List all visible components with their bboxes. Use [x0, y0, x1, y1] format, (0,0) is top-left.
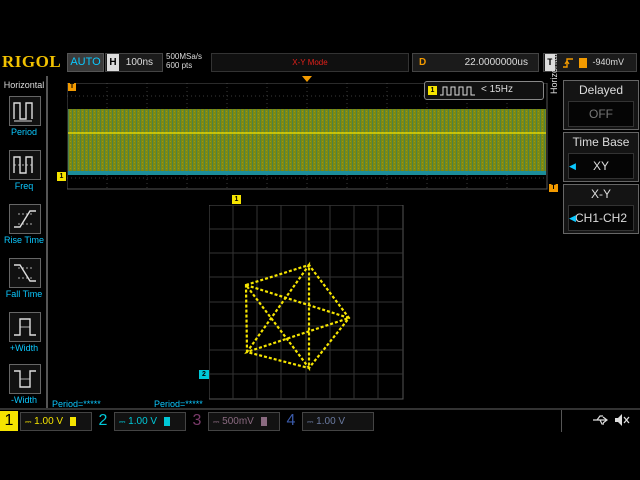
- positive-width-label: +Width: [9, 343, 39, 353]
- channel-3-scale: ⎓ 500mV: [208, 412, 280, 431]
- usb-icon: [593, 415, 608, 425]
- positive-width-icon: [14, 318, 36, 336]
- trigger-source-icon: [579, 57, 588, 68]
- time-base-softkey[interactable]: Time Base XY ◀: [563, 132, 639, 182]
- delayed-value: OFF: [568, 101, 634, 127]
- delayed-title: Delayed: [578, 83, 624, 97]
- freq-label: Freq: [14, 181, 34, 191]
- ch1-offset-marker: 1: [57, 172, 66, 181]
- speaker-muted-icon: [615, 414, 630, 426]
- horizontal-timebase-box[interactable]: H 100ns: [105, 53, 163, 72]
- negative-width-icon: [14, 370, 36, 388]
- trigger-level: -940mV: [592, 57, 625, 67]
- fall-time-label: Fall Time: [5, 289, 43, 299]
- pulse-train-icon: [440, 86, 475, 96]
- period-icon: [13, 102, 33, 122]
- bandwidth-icon: [163, 416, 170, 426]
- brand-logo: RIGOL: [2, 52, 62, 71]
- xy-ch2-marker: 2: [199, 370, 209, 379]
- channel-1-scale: ⎓ 1.00 V: [20, 412, 92, 431]
- selector-arrow-icon: ◀: [569, 161, 576, 171]
- fall-time-button[interactable]: [9, 258, 41, 288]
- time-base-value: XY: [568, 153, 634, 179]
- delay-label: D: [419, 57, 427, 68]
- fall-time-icon: [14, 264, 36, 282]
- ch2-trace: [68, 171, 546, 175]
- timebase-value: 100ns: [125, 57, 154, 68]
- ch1-source-icon: 1: [428, 86, 437, 95]
- frequency-counter: 1 < 15Hz: [424, 81, 544, 100]
- xy-value: CH1-CH2: [568, 205, 634, 231]
- xy-ch1-marker: 1: [232, 195, 241, 204]
- channel-3-indicator[interactable]: 3 ⎓ 500mV: [188, 411, 282, 431]
- dc-coupling-icon: ⎓: [25, 417, 32, 426]
- rise-time-button[interactable]: [9, 204, 41, 234]
- left-menu-title: Horizontal: [3, 80, 45, 90]
- channel-1-number: 1: [0, 411, 18, 431]
- status-area: [561, 410, 640, 432]
- time-base-title: Time Base: [572, 135, 630, 149]
- sample-info: 500MSa/s 600 pts: [166, 52, 202, 70]
- right-menu-side-tab: Horizontal: [549, 53, 559, 94]
- negative-width-button[interactable]: [9, 364, 41, 394]
- period-label: Period: [10, 127, 37, 137]
- delay-box[interactable]: D 22.0000000us: [412, 53, 539, 72]
- negative-width-label: -Width: [10, 395, 37, 405]
- channel-4-number: 4: [286, 412, 296, 429]
- period-button[interactable]: [9, 96, 41, 126]
- sample-rate: 500MSa/s: [166, 52, 203, 61]
- rise-time-label: Rise Time: [3, 235, 44, 245]
- dc-coupling-icon: ⎓: [307, 417, 314, 426]
- freq-button[interactable]: [9, 150, 41, 180]
- dc-coupling-icon: ⎓: [213, 417, 220, 426]
- delay-value: 22.0000000us: [464, 57, 528, 68]
- rise-time-icon: [14, 210, 36, 228]
- channel-3-number: 3: [192, 412, 202, 429]
- memory-depth: 600 pts: [166, 61, 193, 70]
- channel-2-scale: ⎓ 1.00 V: [114, 412, 186, 431]
- xy-title: X-Y: [590, 187, 611, 201]
- channel-4-indicator[interactable]: 4 ⎓ 1.00 V: [282, 411, 376, 431]
- frequency-value: < 15Hz: [481, 84, 513, 95]
- channel-4-scale: ⎓ 1.00 V: [302, 412, 374, 431]
- dc-coupling-icon: ⎓: [119, 417, 126, 426]
- horizontal-label: H: [107, 54, 119, 71]
- xy-softkey[interactable]: X-Y CH1-CH2 ◀: [563, 184, 639, 234]
- channel-2-number: 2: [98, 412, 108, 429]
- channel-2-indicator[interactable]: 2 ⎓ 1.00 V: [94, 411, 188, 431]
- display-mode-banner: X-Y Mode: [211, 53, 409, 72]
- trigger-mode-button[interactable]: AUTO: [67, 53, 104, 72]
- bandwidth-icon: [260, 416, 267, 426]
- selector-arrow-icon: ◀: [569, 213, 576, 223]
- frequency-icon: [13, 156, 33, 174]
- trigger-position-marker: T: [68, 83, 76, 91]
- positive-width-button[interactable]: [9, 312, 41, 342]
- xy-plot: [209, 205, 404, 400]
- bandwidth-icon: [69, 416, 76, 426]
- rising-edge-icon: [562, 57, 573, 68]
- bottom-divider: [0, 408, 640, 410]
- trigger-level-marker: T: [549, 184, 558, 192]
- delayed-softkey[interactable]: Delayed OFF: [563, 80, 639, 130]
- channel-1-indicator[interactable]: 1 ⎓ 1.00 V: [0, 411, 94, 431]
